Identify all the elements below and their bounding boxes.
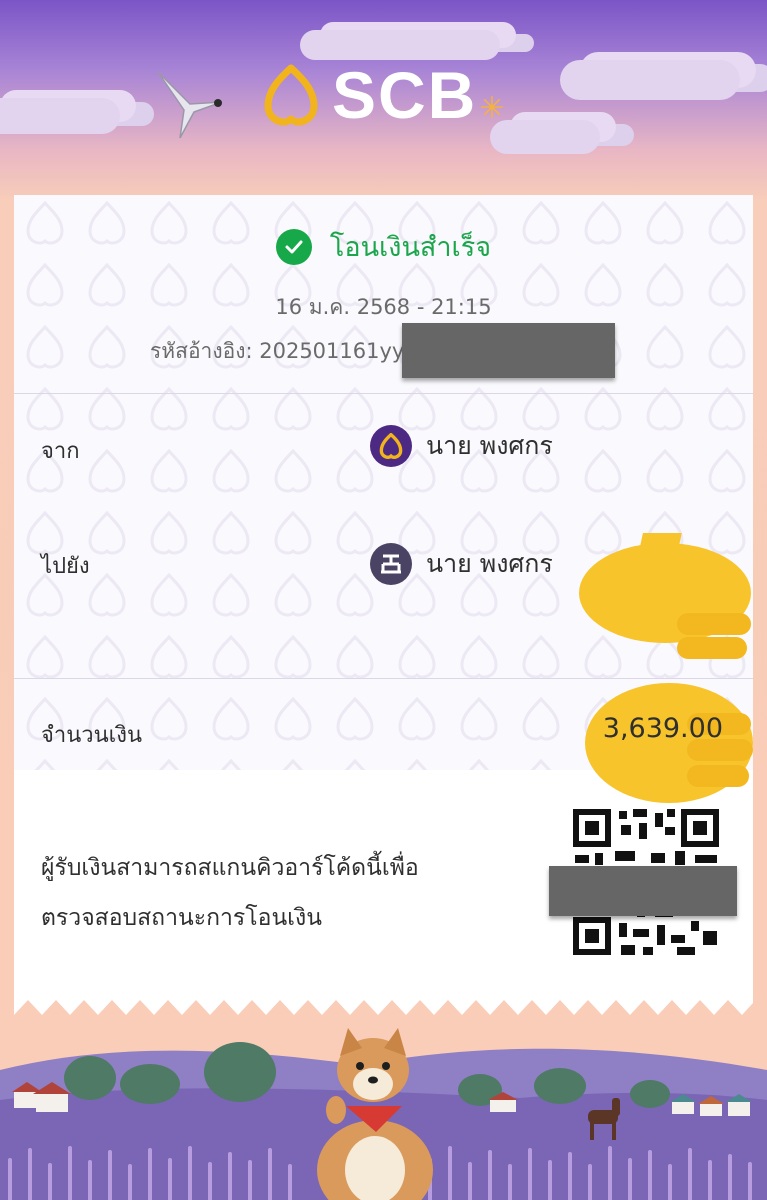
qr-instruction-line: ผู้รับเงินสามารถสแกนคิวอาร์โค้ดนี้เพื่อ (41, 855, 419, 881)
cloud-decoration (0, 98, 120, 134)
transfer-status: โอนเงินสำเร็จ (14, 225, 753, 268)
bird-icon (157, 71, 223, 139)
receiver-name: นาย พงศกร (426, 549, 553, 578)
scb-bank-icon (370, 425, 412, 467)
scb-logo: SCB ✳ (260, 62, 505, 128)
amount-label: จำนวนเงิน (41, 723, 142, 748)
reference-value: 202501161yy (259, 339, 405, 363)
thumbs-up-icon (579, 533, 751, 659)
amount-value: 3,639.00 (602, 713, 723, 744)
scb-lotus-icon (264, 64, 318, 126)
transfer-slip: โอนเงินสำเร็จ 16 ม.ค. 2568 - 21:15 รหัสอ… (14, 195, 753, 1025)
qr-instruction-line: ตรวจสอบสถานะการโอนเงิน (41, 905, 322, 931)
header-banner: SCB ✳ (0, 0, 767, 195)
thumbs-up-emoji-icon (579, 533, 753, 803)
transfer-datetime: 16 ม.ค. 2568 - 21:15 (275, 295, 492, 319)
brand-name: SCB (332, 58, 478, 132)
receiver-account: นาย พงศกร (370, 543, 553, 585)
gsb-bank-icon (370, 543, 412, 585)
divider (14, 393, 753, 394)
status-text: โอนเงินสำเร็จ (329, 232, 492, 263)
lavender-field-scenery (0, 1028, 767, 1200)
from-label: จาก (41, 439, 80, 464)
cloud-decoration (490, 120, 600, 154)
brand-star-icon: ✳ (479, 90, 505, 126)
to-label: ไปยัง (41, 554, 90, 579)
check-circle-icon (275, 228, 312, 265)
cloud-decoration (560, 60, 740, 100)
redaction-box (402, 323, 615, 378)
reference-code: รหัสอ้างอิง: 202501161yy (150, 335, 404, 368)
qr-instruction: ผู้รับเงินสามารถสแกนคิวอาร์โค้ดนี้เพื่อ … (41, 843, 419, 943)
sender-account: นาย พงศกร (370, 425, 553, 467)
reference-label: รหัสอ้างอิง: (150, 339, 253, 363)
cloud-decoration (300, 30, 500, 60)
divider (14, 678, 753, 679)
redaction-box (549, 866, 737, 916)
sender-name: นาย พงศกร (426, 431, 553, 460)
